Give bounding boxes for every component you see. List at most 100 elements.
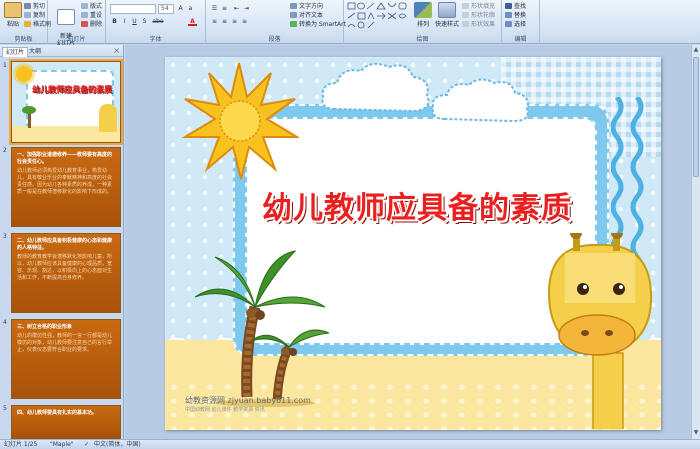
scroll-up-icon[interactable]: ▲ [692,46,700,55]
align-text-button[interactable]: 对齐文本 [290,11,323,20]
slide-counter: 幻灯片 1/25 [4,441,38,448]
editing-group: 查找 替换 选择 编辑 [502,0,540,44]
paragraph-group: ☰ ≡ ⇤ ⇥ ≡ ≡ ≡ ≡ 文字方向 对齐文本 转换为 SmartArt 段… [206,0,346,44]
slide-title[interactable]: 幼儿教师应具备的素质 [227,183,607,227]
bold-button[interactable]: B [110,17,119,26]
quick-styles-button[interactable]: 快速样式 [434,2,460,28]
shape-fill-button[interactable]: 形状填充 [462,2,495,11]
layout-icon [81,3,88,9]
thumb-number: 1 [3,62,7,69]
strikethrough-button[interactable]: abe [151,17,165,26]
underline-button[interactable]: U [130,17,139,26]
thumb-body: 幼儿教师必须热爱幼儿教育事业，热爱幼儿，具有敬业乐业的奉献精神和高度的社会责任感… [17,168,113,195]
palm-tree-icon [22,106,36,128]
increase-indent-button[interactable]: ⇥ [242,4,251,13]
delete-icon [81,21,88,27]
pen-icon [462,12,469,18]
slide-thumb-2[interactable]: 一、加强职业道德修养——教师要有高度的社会责任心。 幼儿教师必须热爱幼儿教育事业… [11,147,121,227]
arrange-button[interactable]: 排列 [412,2,434,28]
shrink-font-button[interactable]: a [186,4,195,13]
font-label: 字体 [149,36,162,43]
scroll-thumb[interactable] [693,57,699,177]
font-group: 54 A a B I U S abe A 字体 [106,0,206,44]
paste-button[interactable]: 粘贴 [2,2,24,28]
cloud-icon [321,62,529,123]
reset-button[interactable]: 重设 [81,11,102,20]
paragraph-label: 段落 [268,36,281,43]
copy-button[interactable]: 复制 [24,11,45,20]
pane-tabs: 幻灯片 大纲 × [0,45,123,57]
replace-icon [505,12,512,18]
slide-thumb-3[interactable]: 二、幼儿教师应具备积极健康的心态和健康的人格特征。 教师的教育教学会潜移默化地影… [11,233,121,313]
slide-editor: 幼儿教师应具备的素质 幼教资源网 zjyuan.baby611.com 中国幼教… [125,45,700,439]
paint-bucket-icon [462,3,469,9]
shadow-button[interactable]: S [140,17,149,26]
decrease-indent-button[interactable]: ⇤ [232,4,241,13]
close-icon[interactable]: × [113,46,120,55]
bullets-button[interactable]: ☰ [210,4,219,13]
slide-thumb-1[interactable]: 幼儿教师应具备的素质 [9,59,123,145]
shapes-gallery[interactable] [347,2,409,30]
scroll-down-icon[interactable]: ▼ [692,429,700,438]
tab-slides[interactable]: 幻灯片 [2,47,29,57]
thumb-text: 二、幼儿教师应具备积极健康的心态和健康的人格特征。 教师的教育教学会潜移默化地影… [12,234,120,312]
arrange-icon [414,2,432,18]
delete-button[interactable]: 删除 [81,20,102,29]
drawing-label: 绘图 [416,36,429,43]
watermark-subtext: 中国幼教网 幼儿课件 教学资源 资讯 [185,407,265,413]
status-bar: 幻灯片 1/25 "Maple" ✓ 中文(简体，中国) [0,439,700,449]
thumb-number: 4 [3,319,7,326]
align-center-button[interactable]: ≡ [220,17,229,26]
font-color-button[interactable]: A [188,17,197,26]
justify-button[interactable]: ≡ [240,17,249,26]
spellcheck-icon[interactable]: ✓ [84,440,89,449]
clipboard-label: 剪贴板 [14,36,33,43]
align-text-icon [290,12,297,18]
shape-effects-button[interactable]: 形状效果 [462,20,495,29]
slides-group: 新建 幻灯片 版式 重设 删除 幻灯片 [48,0,106,47]
brush-icon [24,21,31,27]
align-left-button[interactable]: ≡ [210,17,219,26]
grow-font-button[interactable]: A [176,4,185,13]
text-direction-button[interactable]: 文字方向 [290,2,323,11]
binoculars-icon [505,3,512,9]
select-button[interactable]: 选择 [505,20,526,29]
slides-pane: 幻灯片 大纲 × 1 幼儿教师应具备的素质 2 一、加强职业道德修养——教师要有… [0,45,124,439]
italic-button[interactable]: I [120,17,129,26]
cursor-icon [505,21,512,27]
language-indicator[interactable]: 中文(简体，中国) [94,440,141,449]
align-right-button[interactable]: ≡ [230,17,239,26]
reset-icon [81,12,88,18]
layout-button[interactable]: 版式 [81,2,102,11]
smartart-button[interactable]: 转换为 SmartArt [290,20,346,29]
vertical-scrollbar[interactable]: ▲ ▼ [691,45,700,439]
clipboard-icon [4,2,22,18]
quick-styles-icon [438,2,456,18]
numbering-button[interactable]: ≡ [220,4,229,13]
slide-canvas[interactable]: 幼儿教师应具备的素质 幼教资源网 zjyuan.baby611.com 中国幼教… [165,57,661,430]
thumb-body: 幼儿的模仿性强，教师的一言一行都是幼儿模仿的对象，幼儿教师要注意自己的言行举止，… [17,333,113,353]
thumb-heading: 三、树立合格的职业形象 [17,324,73,330]
thumb-number: 2 [3,147,7,154]
text-direction-icon [290,3,297,9]
giraffe-icon [99,104,117,132]
shape-outline-button[interactable]: 形状轮廓 [462,11,495,20]
thumb-text: 三、树立合格的职业形象 幼儿的模仿性强，教师的一言一行都是幼儿模仿的对象，幼儿教… [12,320,120,398]
copy-icon [24,12,31,18]
new-slide-icon [57,9,75,25]
sun-icon [181,62,299,180]
cut-button[interactable]: 剪切 [24,2,45,11]
font-name-select[interactable] [110,4,156,14]
editing-label: 编辑 [514,36,527,43]
font-size-select[interactable]: 54 [158,4,174,14]
thumb-text: 一、加强职业道德修养——教师要有高度的社会责任心。 幼儿教师必须热爱幼儿教育事业… [12,148,120,226]
smartart-icon [290,21,297,27]
slide-thumb-4[interactable]: 三、树立合格的职业形象 幼儿的模仿性强，教师的一言一行都是幼儿模仿的对象，幼儿教… [11,319,121,399]
replace-button[interactable]: 替换 [505,11,526,20]
format-painter-button[interactable]: 格式刷 [24,20,51,29]
slide-thumb-5[interactable]: 四、幼儿教师要具有扎实的基本功。 [11,405,121,439]
effects-icon [462,21,469,27]
find-button[interactable]: 查找 [505,2,526,11]
tab-outline[interactable]: 大纲 [26,47,44,57]
drawing-group: 排列 快速样式 形状填充 形状轮廓 形状效果 绘图 [344,0,502,44]
